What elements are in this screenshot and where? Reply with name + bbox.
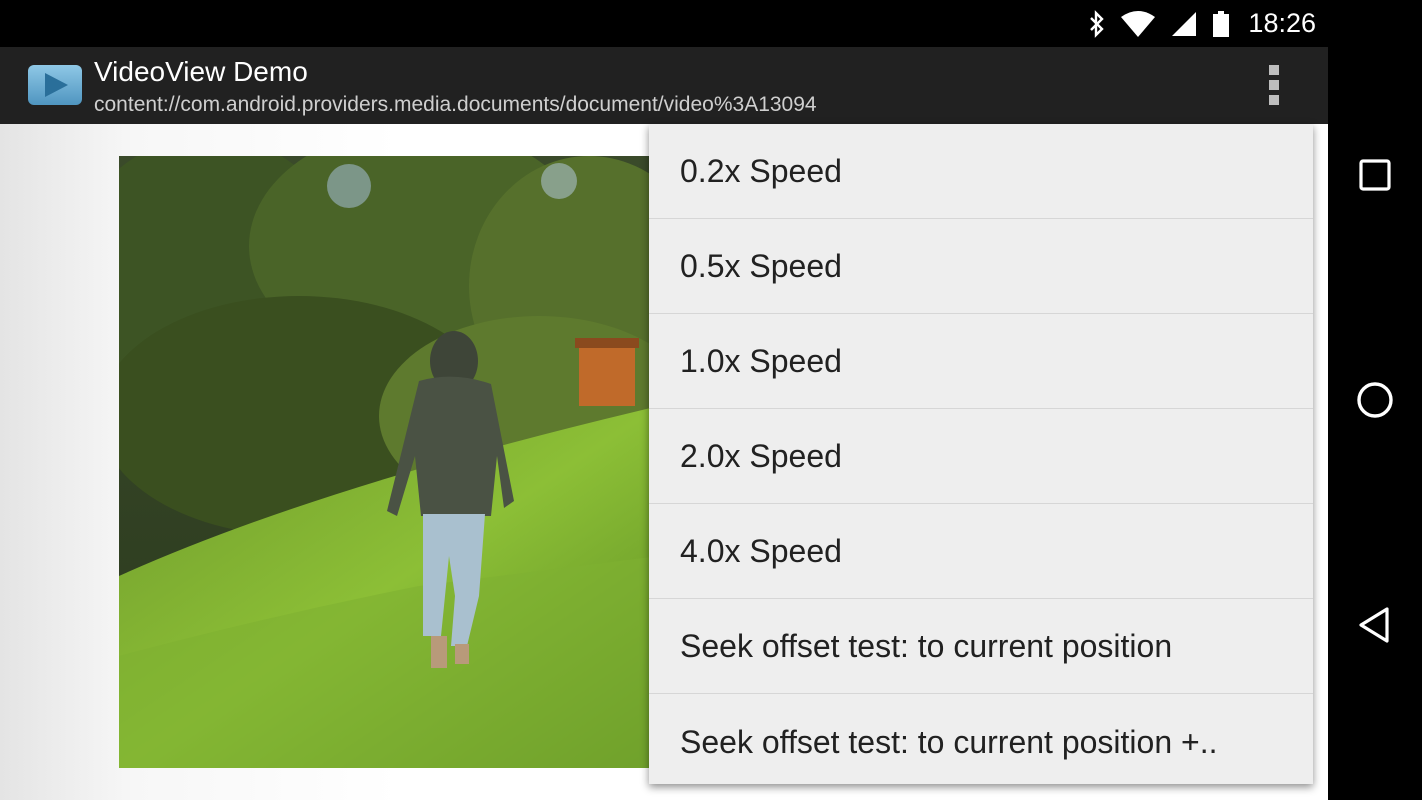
menu-item-speed-2-0[interactable]: 2.0x Speed	[649, 409, 1313, 504]
battery-icon	[1212, 10, 1230, 38]
overflow-menu-icon[interactable]	[1250, 61, 1298, 109]
play-icon	[28, 65, 82, 105]
menu-item-speed-0-2[interactable]: 0.2x Speed	[649, 124, 1313, 219]
video-view[interactable]	[119, 156, 659, 768]
status-icons: 18:26	[1088, 0, 1316, 47]
app-subtitle: content://com.android.providers.media.do…	[94, 93, 817, 116]
app-title: VideoView Demo	[94, 56, 308, 87]
menu-item-speed-4-0[interactable]: 4.0x Speed	[649, 504, 1313, 599]
recents-icon[interactable]	[1350, 150, 1400, 200]
bluetooth-icon	[1088, 9, 1106, 38]
navigation-bar	[1328, 0, 1422, 800]
menu-item-seek-current[interactable]: Seek offset test: to current position	[649, 599, 1313, 694]
wifi-icon	[1120, 10, 1156, 38]
menu-item-speed-0-5[interactable]: 0.5x Speed	[649, 219, 1313, 314]
home-icon[interactable]	[1350, 375, 1400, 425]
back-icon[interactable]	[1350, 600, 1400, 650]
screen: 18:26 VideoView Demo content://com.andro…	[0, 0, 1422, 800]
status-bar: 18:26	[0, 0, 1328, 47]
action-bar: VideoView Demo content://com.android.pro…	[0, 47, 1328, 124]
speed-popup-menu: 0.2x Speed 0.5x Speed 1.0x Speed 2.0x Sp…	[649, 124, 1313, 784]
menu-item-seek-current-plus[interactable]: Seek offset test: to current position +.…	[649, 694, 1313, 790]
status-time: 18:26	[1248, 8, 1316, 38]
menu-item-speed-1-0[interactable]: 1.0x Speed	[649, 314, 1313, 409]
cell-signal-icon	[1170, 10, 1198, 38]
